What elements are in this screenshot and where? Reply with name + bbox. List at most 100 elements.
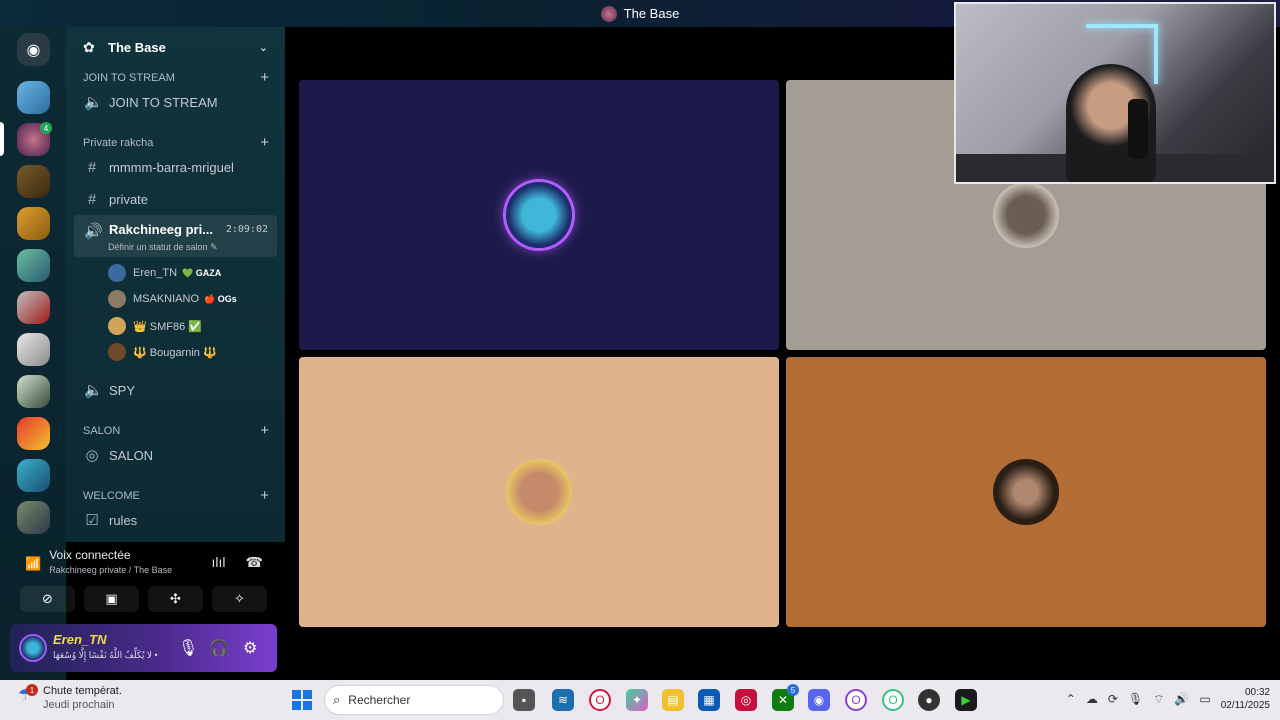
xbox-badge: 5 <box>787 684 799 696</box>
screen-share-button[interactable]: ▣ <box>84 586 139 612</box>
disconnect-icon[interactable]: ☎ <box>246 554 263 571</box>
voice-user-1[interactable]: MSAKNIANO 🍎 OGs <box>108 288 237 310</box>
headphones-icon[interactable]: 🎧 <box>209 638 229 658</box>
weather-widget[interactable]: ☂ 1 Chute températ. Jeudi prochain <box>18 684 122 711</box>
category-salon[interactable]: SALON + <box>83 422 269 439</box>
chevron-up-icon[interactable]: ⌃ <box>1066 692 1076 706</box>
obs-icon[interactable]: ● <box>918 689 940 711</box>
avatar <box>108 290 126 308</box>
avatar <box>108 317 126 335</box>
add-channel-icon[interactable]: + <box>260 487 269 504</box>
channel-label: Rakchineeg pri... <box>109 222 214 237</box>
server-icon-8[interactable] <box>17 375 50 408</box>
server-icon-4[interactable] <box>17 207 50 240</box>
server-icon-3[interactable] <box>17 165 50 198</box>
participant-avatar <box>506 182 572 248</box>
opera-green-icon[interactable]: O <box>882 689 904 711</box>
search-placeholder: Rechercher <box>348 693 411 707</box>
battery-icon[interactable]: ▭ <box>1199 692 1210 706</box>
channel-spy[interactable]: 🔈 SPY <box>74 375 277 405</box>
sync-icon[interactable]: ⟳ <box>1108 692 1118 706</box>
participant-avatar <box>993 459 1059 525</box>
activities-button[interactable]: ✣ <box>148 586 203 612</box>
channel-private[interactable]: # private <box>74 184 277 214</box>
microphone-icon[interactable]: 🎙 <box>178 638 198 658</box>
voice-controls: ılıl ☎ <box>212 554 263 571</box>
server-icon-the-base[interactable]: 4 <box>17 122 52 156</box>
voice-user-tag: 🍎 OGs <box>204 293 237 304</box>
neon-light <box>1086 24 1156 28</box>
voice-user-2[interactable]: 👑 SMF86 ✅ <box>108 315 202 337</box>
server-icon-10[interactable] <box>17 459 50 492</box>
user-avatar[interactable] <box>19 634 47 662</box>
clock-date: 02/11/2025 <box>1220 700 1270 711</box>
participant-tile-0[interactable] <box>299 80 779 350</box>
channel-mmmm-barra-mriguel[interactable]: # mmmm-barra-mriguel <box>74 152 277 182</box>
category-join[interactable]: JOIN TO STREAM + <box>83 69 269 86</box>
voice-user-0[interactable]: Eren_TN 💚 GAZA <box>108 262 221 284</box>
server-icon-psy[interactable] <box>17 291 50 324</box>
gear-icon[interactable]: ⚙ <box>243 638 257 658</box>
category-private-rakcha[interactable]: Private rakcha + <box>83 134 269 151</box>
taskbar-search[interactable]: ⌕ Rechercher <box>324 685 504 715</box>
discord-icon[interactable]: ◉ <box>808 689 830 711</box>
voice-action-buttons: ⊘ ▣ ✣ ✧ <box>20 586 267 612</box>
channel-join-to-stream[interactable]: 🔈 JOIN TO STREAM <box>74 87 277 117</box>
task-view-icon[interactable]: ▪ <box>513 689 535 711</box>
windows-start-icon[interactable] <box>292 690 312 710</box>
add-channel-icon[interactable]: + <box>260 69 269 86</box>
participant-tile-2[interactable] <box>299 357 779 627</box>
category-label: Private rakcha <box>83 136 154 149</box>
file-explorer-icon[interactable]: ▤ <box>662 689 684 711</box>
microphone-figure <box>1128 99 1148 159</box>
xbox-icon[interactable]: ✕ 5 <box>772 684 799 711</box>
channel-salon[interactable]: ◎ SALON <box>74 440 277 470</box>
server-icon-5[interactable] <box>17 249 50 282</box>
add-channel-icon[interactable]: + <box>260 134 269 151</box>
onedrive-icon[interactable]: ☁ <box>1086 692 1098 706</box>
set-channel-status[interactable]: Définir un statut de salon ✎ <box>108 242 218 253</box>
wifi-icon[interactable]: ⌔ <box>1153 692 1164 707</box>
voice-connected-title: Voix connectée <box>49 548 131 562</box>
server-icon-9[interactable] <box>17 417 50 450</box>
voice-connected-subtitle[interactable]: Rakchineeg private / The Base <box>49 565 172 575</box>
clock[interactable]: 00:32 02/11/2025 <box>1221 686 1270 712</box>
store-icon[interactable]: ▦ <box>698 689 720 711</box>
voice-user-3[interactable]: 🔱 Bougarnin 🔱 <box>108 341 217 363</box>
category-welcome[interactable]: WELCOME + <box>83 487 269 504</box>
neon-light <box>1154 24 1158 84</box>
app-icon-stream[interactable]: ▶ <box>955 689 977 711</box>
soundboard-wave-icon[interactable]: ılıl <box>212 554 226 571</box>
camera-off-button[interactable]: ⊘ <box>20 586 75 612</box>
voice-status: 📶 Voix connectée Rakchineeg private / Th… <box>25 548 172 575</box>
voice-active-icon: 🔊 <box>84 223 103 240</box>
participant-tile-3[interactable] <box>786 357 1266 627</box>
add-channel-icon[interactable]: + <box>260 422 269 439</box>
microphone-tray-icon[interactable]: 🎙 <box>1128 692 1143 706</box>
opera-icon[interactable]: O <box>589 689 611 711</box>
hash-icon: # <box>87 158 97 176</box>
search-icon: ⌕ <box>333 692 341 707</box>
copilot-icon[interactable]: ✦ <box>626 689 648 711</box>
webcam-overlay <box>954 2 1276 184</box>
opera-purple-icon[interactable]: O <box>845 689 867 711</box>
notification-badge: 4 <box>40 122 52 134</box>
channel-label: private <box>109 191 149 207</box>
discord-home-icon[interactable]: ◉ <box>17 33 50 66</box>
server-icon-7[interactable] <box>17 333 50 366</box>
soundboard-button[interactable]: ✧ <box>212 586 267 612</box>
speaker-icon: 🔈 <box>84 382 103 399</box>
opera-gx-icon[interactable]: ◎ <box>735 689 757 711</box>
server-icon-11[interactable] <box>17 501 50 534</box>
signal-icon[interactable]: 📶 <box>25 556 41 575</box>
channel-rules[interactable]: ☑ rules <box>74 505 277 535</box>
app-icon-2[interactable]: ≋ <box>552 689 574 711</box>
guild-header[interactable]: ✿ The Base ⌄ <box>66 27 285 67</box>
channel-label: JOIN TO STREAM <box>109 94 218 110</box>
channel-rakchineeg-private[interactable]: 🔊 Rakchineeg pri... 2:09:02 Définir un s… <box>74 215 277 257</box>
volume-icon[interactable]: 🔊 <box>1174 692 1189 706</box>
rules-icon: ☑ <box>85 512 99 529</box>
chevron-down-icon[interactable]: ⌄ <box>259 41 268 54</box>
server-icon-1[interactable] <box>17 81 50 114</box>
user-name[interactable]: Eren_TN <box>53 632 106 647</box>
